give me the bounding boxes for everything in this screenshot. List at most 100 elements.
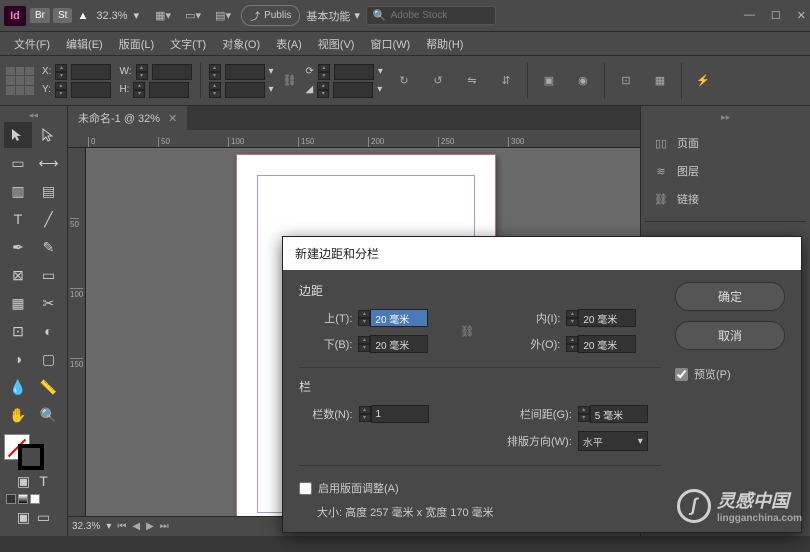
menu-file[interactable]: 文件(F) [6,34,58,54]
content-placer-tool[interactable]: ▤ [35,178,63,204]
apply-color[interactable] [6,494,16,504]
w-input[interactable] [152,64,192,80]
toolbox-handle[interactable]: ◂◂ [4,110,63,120]
zoom-combo[interactable]: 32.3% ▾ [96,9,139,22]
enable-layout-checkbox[interactable] [299,482,312,495]
x-input[interactable] [71,64,111,80]
line-tool[interactable]: ╱ [35,206,63,232]
bottom-input[interactable] [370,335,428,353]
vertical-ruler[interactable]: 50 100 150 [68,148,86,516]
spin-up[interactable]: ▴ [136,64,148,72]
cancel-button[interactable]: 取消 [675,321,785,350]
ok-button[interactable]: 确定 [675,282,785,311]
publish-button[interactable]: ⤴ Publis [241,5,300,26]
spin-down[interactable]: ▾ [578,414,590,422]
type-tool[interactable]: T [4,206,32,232]
fill-stroke-swatch[interactable] [4,434,63,470]
spin-up[interactable]: ▴ [566,336,578,344]
screen-mode-icon[interactable]: ▭▾ [181,6,205,26]
pencil-tool[interactable]: ✎ [35,234,63,260]
minimize-button[interactable]: — [744,9,755,22]
first-page-icon[interactable]: ⏮ [117,521,126,532]
spin-up[interactable]: ▴ [318,64,330,72]
flip-v-icon[interactable]: ⇵ [493,70,519,92]
spin-up[interactable]: ▴ [55,82,67,90]
spin-up[interactable]: ▴ [358,336,370,344]
gradient-feather-tool[interactable]: ◑ [4,346,32,372]
eyedropper-tool[interactable]: 💧 [4,374,32,400]
y-input[interactable] [71,82,111,98]
chevron-down-icon[interactable]: ▾ [269,84,274,95]
panels-handle[interactable]: ▸▸ [645,112,806,123]
shear-input[interactable] [333,82,373,98]
spin-up[interactable]: ▴ [566,310,578,318]
select-content-icon[interactable]: ◉ [570,70,596,92]
scale-x-input[interactable] [225,64,265,80]
reference-point-grid[interactable] [6,67,34,95]
rotate-cw-icon[interactable]: ↻ [391,70,417,92]
view-mode-preview[interactable]: ▭ [35,508,53,526]
direction-select[interactable]: 水平▾ [578,431,648,451]
menu-table[interactable]: 表(A) [268,34,310,54]
spin-down[interactable]: ▾ [317,90,329,98]
zoom-tool[interactable]: 🔍 [35,402,63,428]
stock-button[interactable]: St [53,8,72,23]
bolt-icon[interactable]: ⚡ [690,70,716,92]
panel-pages[interactable]: ▯▯ 页面 [645,129,806,157]
rotate-input[interactable] [334,64,374,80]
spin-down[interactable]: ▾ [566,344,578,352]
gutter-input[interactable] [590,405,648,423]
menu-view[interactable]: 视图(V) [310,34,363,54]
spin-down[interactable]: ▾ [55,72,67,80]
outside-input[interactable] [578,335,636,353]
menu-help[interactable]: 帮助(H) [418,34,471,54]
spin-down[interactable]: ▾ [358,344,370,352]
spin-down[interactable]: ▾ [359,414,371,422]
last-page-icon[interactable]: ⏭ [160,521,169,532]
document-tab[interactable]: 未命名-1 @ 32% ✕ [68,106,187,130]
measure-tool[interactable]: 📏 [35,374,63,400]
count-input[interactable] [371,405,429,423]
spin-down[interactable]: ▾ [358,318,370,326]
chevron-down-icon[interactable]: ▾ [377,84,382,95]
spin-down[interactable]: ▾ [566,318,578,326]
format-text-icon[interactable]: T [35,472,53,490]
spin-down[interactable]: ▾ [133,90,145,98]
spin-up[interactable]: ▴ [317,82,329,90]
rectangle-tool[interactable]: ▭ [35,262,63,288]
preview-checkbox[interactable] [675,368,688,381]
view-mode-normal[interactable]: ▣ [15,508,33,526]
spin-up[interactable]: ▴ [209,82,221,90]
menu-window[interactable]: 窗口(W) [362,34,418,54]
hand-tool[interactable]: ✋ [4,402,32,428]
scissors-tool[interactable]: ✂ [35,290,63,316]
gap-tool[interactable]: ⟷ [35,150,63,176]
spin-up[interactable]: ▴ [133,82,145,90]
spin-up[interactable]: ▴ [359,406,371,414]
top-input[interactable] [370,309,428,327]
selection-tool[interactable] [4,122,32,148]
close-tab-icon[interactable]: ✕ [168,112,177,125]
spin-down[interactable]: ▾ [136,72,148,80]
format-container-icon[interactable]: ▣ [15,472,33,490]
content-collector-tool[interactable]: ▥ [4,178,32,204]
spin-up[interactable]: ▴ [55,64,67,72]
spin-down[interactable]: ▾ [209,90,221,98]
menu-edit[interactable]: 编辑(E) [58,34,111,54]
menu-object[interactable]: 对象(O) [214,34,268,54]
constrain-icon[interactable]: ⛓ [282,66,298,96]
rotate-ccw-icon[interactable]: ↺ [425,70,451,92]
pen-tool[interactable]: ✒ [4,234,32,260]
prev-page-icon[interactable]: ◀ [132,521,140,532]
apply-none[interactable] [30,494,40,504]
link-margins-icon[interactable]: ⛓ [459,316,475,346]
stroke-swatch[interactable] [18,444,44,470]
chevron-down-icon[interactable]: ▾ [269,66,274,77]
preview-checkbox-row[interactable]: 预览(P) [675,366,785,382]
spin-down[interactable]: ▾ [55,90,67,98]
inside-input[interactable] [578,309,636,327]
fit-content-icon[interactable]: ⊡ [613,70,639,92]
flip-h-icon[interactable]: ⇋ [459,70,485,92]
table-tool[interactable]: ▦ [4,290,32,316]
next-page-icon[interactable]: ▶ [146,521,154,532]
